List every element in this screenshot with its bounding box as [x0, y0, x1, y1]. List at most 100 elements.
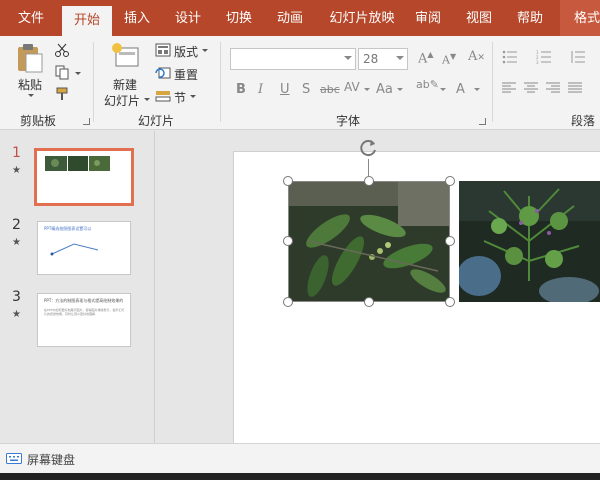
thumbnail-body: 在PPT中如何更好地展示图片，使得图片排版整齐，提升幻灯片的视觉效果，同时让观众… [44, 308, 125, 316]
paste-dropdown-icon[interactable] [28, 94, 34, 97]
svg-text:3: 3 [536, 60, 539, 64]
paste-icon[interactable] [14, 42, 46, 74]
animation-star-icon: ★ [12, 165, 21, 176]
tab-review[interactable]: 审阅 [408, 0, 448, 36]
cut-icon[interactable] [54, 42, 70, 58]
align-left-icon[interactable] [502, 82, 516, 94]
resize-handle[interactable] [364, 297, 374, 307]
resize-handle[interactable] [364, 176, 374, 186]
italic-button[interactable]: I [258, 82, 263, 97]
ribbon-tab-bar: 文件 开始 插入 设计 切换 动画 幻灯片放映 审阅 视图 帮助 格式 [0, 0, 600, 36]
paste-label[interactable]: 粘贴 [18, 76, 42, 93]
thumbnail-title: PPT：方法的制图表现与格式提高绘制效果的 [44, 298, 124, 303]
slide-thumbnail-2[interactable]: PPT精选拍照图表设置可以 [37, 221, 131, 275]
resize-handle[interactable] [445, 297, 455, 307]
tab-insert[interactable]: 插入 [113, 0, 161, 36]
slide-thumbnail-3[interactable]: PPT：方法的制图表现与格式提高绘制效果的 在PPT中如何更好地展示图片，使得图… [37, 293, 131, 347]
taskbar-strip [0, 473, 600, 480]
slide-number: 2 [12, 217, 21, 233]
new-slide-label-1[interactable]: 新建 [113, 76, 137, 93]
clipboard-launcher-icon[interactable] [83, 118, 90, 125]
font-color-button[interactable]: A [456, 82, 465, 97]
thumbnail-chart-line [50, 243, 99, 256]
rotate-handle-icon[interactable] [359, 138, 379, 158]
animation-star-icon: ★ [12, 309, 21, 320]
section-icon[interactable] [155, 89, 171, 103]
thumbnail-images [45, 156, 110, 171]
tab-help[interactable]: 帮助 [508, 0, 552, 36]
ribbon: 粘贴 剪贴板 新建 幻灯片 版式 重置 节 幻灯片 28 A▲ A▼ A✕ B … [0, 36, 600, 130]
tab-home[interactable]: 开始 [62, 6, 112, 36]
paragraph-group-label: 段落 [571, 114, 596, 128]
font-size-value: 28 [363, 52, 379, 66]
increase-font-icon[interactable]: A▲ [418, 50, 434, 66]
section-dropdown-icon[interactable] [190, 95, 196, 98]
slide-thumbnail-pane[interactable]: 1 ★ 2 ★ PPT精选拍照图表设置可以 3 ★ PPT：方法的制图表现与格式… [0, 131, 155, 443]
shadow-button[interactable]: S [302, 82, 310, 97]
font-group-label: 字体 [336, 114, 361, 128]
copy-dropdown-icon[interactable] [75, 72, 81, 75]
reset-icon[interactable] [155, 66, 171, 80]
slide-editor[interactable] [156, 131, 600, 443]
rotate-stem [368, 159, 369, 177]
animation-star-icon: ★ [12, 237, 21, 248]
slide-number: 1 [12, 145, 21, 161]
clear-format-icon[interactable]: A✕ [468, 49, 485, 64]
resize-handle[interactable] [283, 236, 293, 246]
justify-icon[interactable] [568, 82, 582, 94]
chevron-down-icon[interactable] [364, 88, 370, 91]
separator [220, 42, 221, 122]
layout-label[interactable]: 版式 [174, 43, 198, 60]
new-slide-dropdown-icon[interactable] [144, 98, 150, 101]
tab-animations[interactable]: 动画 [266, 0, 314, 36]
font-size-combo[interactable]: 28 [358, 48, 408, 70]
separator [93, 42, 94, 122]
tab-design[interactable]: 设计 [164, 0, 212, 36]
underline-button[interactable]: U [280, 82, 290, 97]
chevron-down-icon[interactable] [396, 56, 404, 60]
line-spacing-icon[interactable] [570, 50, 586, 64]
highlight-icon[interactable]: ab✎ [416, 78, 439, 91]
resize-handle[interactable] [445, 176, 455, 186]
chevron-down-icon[interactable] [397, 88, 403, 91]
chevron-down-icon[interactable] [474, 88, 480, 91]
strikethrough-button[interactable]: abc [320, 83, 340, 96]
bullets-icon[interactable] [502, 50, 518, 64]
plant-photo[interactable] [459, 181, 600, 302]
tab-slideshow[interactable]: 幻灯片放映 [320, 0, 404, 36]
font-name-combo[interactable] [230, 48, 356, 70]
slides-group-label: 幻灯片 [138, 114, 175, 128]
slide-number: 3 [12, 289, 21, 305]
resize-handle[interactable] [283, 176, 293, 186]
clipboard-group-label: 剪贴板 [20, 114, 57, 128]
align-center-icon[interactable] [524, 82, 538, 94]
new-slide-label-2[interactable]: 幻灯片 [104, 92, 140, 109]
char-spacing-button[interactable]: AV [344, 80, 360, 94]
new-slide-icon[interactable] [110, 42, 142, 70]
slide-thumbnail-1[interactable] [34, 148, 134, 206]
selection-box [288, 181, 450, 302]
change-case-button[interactable]: Aa [376, 82, 393, 97]
on-screen-keyboard-label[interactable]: 屏幕键盘 [27, 451, 75, 468]
decrease-font-icon[interactable]: A▼ [442, 52, 456, 67]
copy-icon[interactable] [54, 64, 70, 80]
tab-format[interactable]: 格式 [560, 0, 600, 36]
layout-icon[interactable] [155, 43, 171, 57]
tab-view[interactable]: 视图 [457, 0, 501, 36]
chevron-down-icon[interactable] [344, 56, 352, 60]
font-launcher-icon[interactable] [479, 118, 486, 125]
bold-button[interactable]: B [236, 82, 246, 97]
resize-handle[interactable] [445, 236, 455, 246]
section-label[interactable]: 节 [174, 89, 186, 106]
reset-label[interactable]: 重置 [174, 66, 198, 83]
chevron-down-icon[interactable] [440, 88, 446, 91]
layout-dropdown-icon[interactable] [202, 49, 208, 52]
resize-handle[interactable] [283, 297, 293, 307]
format-painter-icon[interactable] [54, 86, 70, 102]
numbering-icon[interactable]: 123 [536, 50, 552, 64]
tab-transitions[interactable]: 切换 [215, 0, 263, 36]
align-right-icon[interactable] [546, 82, 560, 94]
keyboard-icon[interactable] [6, 453, 22, 467]
separator [492, 42, 493, 122]
tab-file[interactable]: 文件 [6, 0, 56, 36]
